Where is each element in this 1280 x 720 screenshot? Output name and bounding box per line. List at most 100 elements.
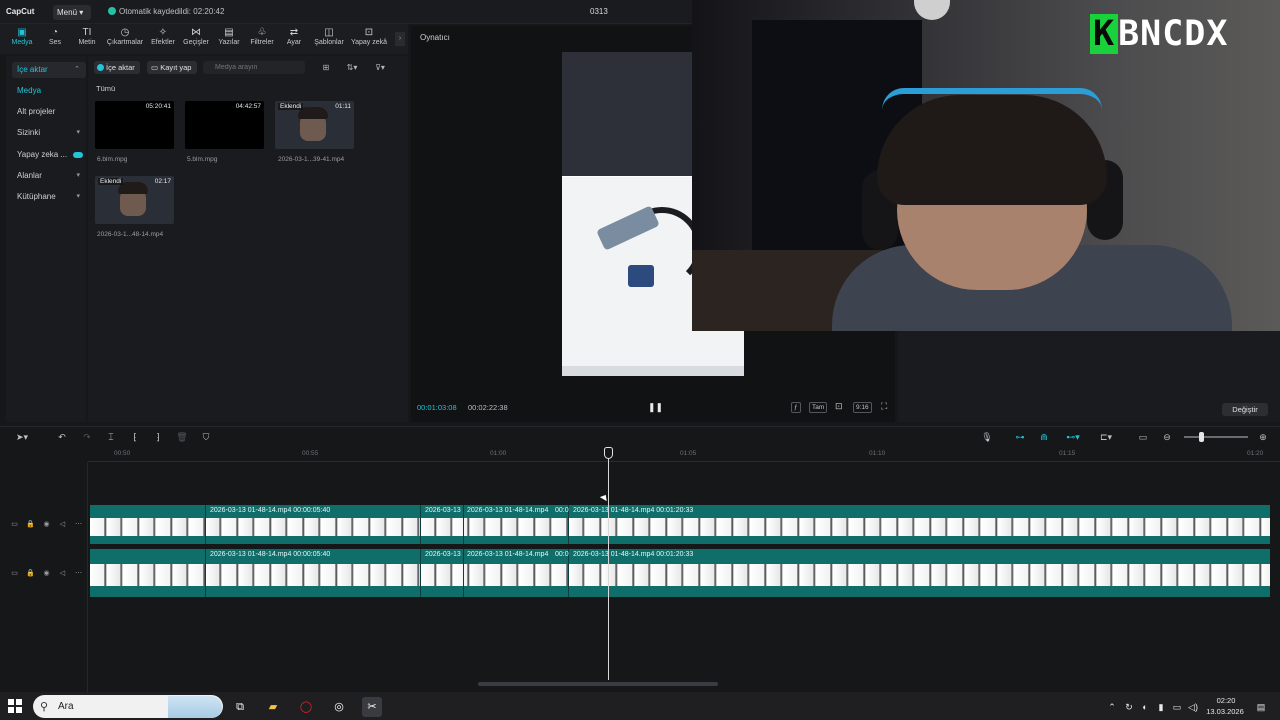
tab-templates[interactable]: ◫ Şablonlar (310, 26, 348, 52)
eye-icon[interactable]: ◉ (42, 569, 51, 578)
opera-icon[interactable]: ◯ (296, 697, 316, 717)
chevron-up-icon[interactable]: ⌃ (1106, 701, 1118, 713)
windows-start-icon[interactable] (8, 699, 23, 714)
undo-icon[interactable]: ↶ (55, 431, 69, 443)
tab-text[interactable]: TI Metin (68, 26, 106, 52)
sidebar-item-import[interactable]: İçe aktar ⌃ (12, 62, 86, 78)
playhead-handle[interactable] (604, 447, 613, 459)
delete-icon: 🗑 (176, 432, 188, 442)
zoom-out-icon[interactable]: ⊖ (1160, 431, 1174, 443)
tab-stickers[interactable]: ◷ Çıkartmalar (106, 26, 144, 52)
adjust-icon: ⇄ (289, 27, 299, 38)
pause-icon[interactable]: ❚❚ (648, 401, 663, 413)
tab-ai[interactable]: ⊡ Yapay zekâ (348, 26, 390, 52)
timeline-scrollbar[interactable] (478, 682, 718, 686)
sidebar-item-media[interactable]: Medya (12, 83, 86, 99)
lock-icon[interactable]: 🔒 (26, 520, 35, 529)
linkage-icon[interactable]: ⊷▾ (1061, 431, 1085, 443)
split-icon[interactable]: ⌶ (104, 431, 118, 443)
more-icon[interactable]: ⋯ (74, 520, 83, 529)
network-icon[interactable]: ▭ (1171, 701, 1183, 713)
magnet-icon[interactable]: ⋒ (1037, 431, 1051, 443)
file-explorer-icon[interactable]: ▰ (263, 697, 283, 717)
fit-button[interactable]: Tam (809, 402, 828, 413)
import-button[interactable]: İçe aktar (94, 61, 140, 74)
media-thumbnail[interactable]: 04:42:57 (185, 101, 264, 149)
sidebar-item-subprojects[interactable]: Alt projeler (12, 104, 86, 120)
app-tray-icon[interactable]: ◐ (1139, 701, 1151, 713)
speaker-icon[interactable]: ◁ (58, 569, 67, 578)
lock-icon[interactable]: 🔒 (26, 569, 35, 578)
media-name: 2026-03-1...48-14.mp4 (97, 231, 164, 238)
more-icon[interactable]: ⋯ (74, 569, 83, 578)
tab-label: Metin (78, 39, 96, 46)
notification-icon[interactable]: ▤ (1255, 701, 1267, 713)
caption-icon[interactable]: ▭ (1136, 431, 1150, 443)
capcut-taskbar-icon[interactable]: ✂ (362, 697, 382, 717)
ruler-label: 01:05 (680, 450, 697, 457)
media-name: 2026-03-1...39-41.mp4 (278, 156, 345, 163)
tab-adjust[interactable]: ⇄ Ayar (275, 26, 313, 52)
tab-label: Filtreler (250, 39, 274, 46)
eye-icon[interactable]: ◉ (42, 520, 51, 529)
filter-all-label[interactable]: Tümü (96, 84, 115, 93)
cover-icon[interactable]: ▭ (10, 569, 19, 578)
menu-button[interactable]: Menü ▾ (53, 5, 91, 20)
fx-icon[interactable]: ƒ (791, 402, 801, 413)
volume-icon[interactable]: ◁) (1187, 701, 1199, 713)
sidebar-item-ai[interactable]: Yapay zeka ... (12, 147, 86, 163)
microphone-icon[interactable]: 🎙 (980, 431, 994, 443)
change-button[interactable]: Değiştir (1222, 403, 1268, 416)
media-thumbnail[interactable]: Eklendi 01:11 (275, 101, 354, 149)
ratio-label: 9:16 (856, 404, 869, 411)
app-tray-icon[interactable]: ↻ (1123, 701, 1135, 713)
sidebar-item-label: Alanlar (17, 171, 42, 180)
cover-icon[interactable]: ▭ (10, 520, 19, 529)
task-view-icon[interactable]: ⧉ (230, 697, 250, 717)
trim-right-icon[interactable]: ⁆ (151, 431, 165, 443)
ratio-button[interactable]: 9:16 (853, 402, 872, 413)
zoom-slider-handle[interactable] (1199, 432, 1204, 442)
media-duration: 01:11 (335, 103, 351, 110)
app-tray-icon[interactable]: ▮ (1155, 701, 1167, 713)
tab-label: Ses (48, 39, 62, 46)
sort-icon[interactable]: ⇅▾ (342, 62, 362, 73)
sidebar-item-yours[interactable]: Sizinki ▾ (12, 125, 86, 141)
trim-left-icon[interactable]: ⁅ (128, 431, 142, 443)
record-label: Kayıt yap (160, 63, 192, 72)
media-thumbnail[interactable]: Eklendi 02:17 (95, 176, 174, 224)
clip-label: 00:0 (555, 507, 569, 514)
playhead-line[interactable] (608, 458, 609, 680)
zoom-in-icon[interactable]: ⊕ (1256, 431, 1270, 443)
search-icon: ⚲ (40, 701, 49, 713)
obs-icon[interactable]: ◎ (329, 697, 349, 717)
media-thumbnail[interactable]: 05:20:41 (95, 101, 174, 149)
ruler-label: 01:15 (1059, 450, 1076, 457)
grid-view-icon[interactable]: ⊞ (318, 62, 334, 73)
zoom-slider[interactable] (1184, 436, 1248, 438)
link-clips-icon[interactable]: ⊶ (1013, 431, 1027, 443)
sidebar-item-label: Medya (17, 86, 42, 95)
clip-label: 2026-03-13 (425, 551, 461, 558)
clip-label: 2026-03-13 01-48-14.mp4 (467, 551, 549, 558)
chevron-right-icon[interactable]: › (395, 32, 405, 46)
speaker-icon[interactable]: ◁ (58, 520, 67, 529)
media-search-input[interactable] (215, 64, 303, 71)
chevron-down-icon: ▾ (76, 193, 80, 200)
clock-date[interactable]: 13.03.2026 (1202, 707, 1248, 716)
preview-axis-icon[interactable]: ⊏▾ (1094, 431, 1118, 443)
sidebar-item-library[interactable]: Kütüphane ▾ (12, 189, 86, 205)
record-button[interactable]: ▭ Kayıt yap (147, 61, 197, 74)
media-name: 5.blm.mpg (187, 156, 218, 163)
select-tool-icon[interactable]: ➤▾ (10, 431, 34, 443)
media-search[interactable] (203, 61, 305, 74)
brand-text: BNCDX (1118, 14, 1229, 54)
clip-label: 2026-03-13 01-48-14.mp4 00:00:05:40 (210, 551, 331, 558)
shield-icon[interactable]: ⛉ (199, 431, 213, 443)
filter-icon[interactable]: ⊽▾ (370, 62, 390, 73)
sidebar-item-spaces[interactable]: Alanlar ▾ (12, 168, 86, 184)
crop-icon[interactable]: ⊡ (833, 402, 845, 413)
fullscreen-icon[interactable]: ⛶ (879, 402, 889, 413)
logo-square (16, 707, 22, 713)
clock-time[interactable]: 02:20 (1212, 696, 1240, 705)
